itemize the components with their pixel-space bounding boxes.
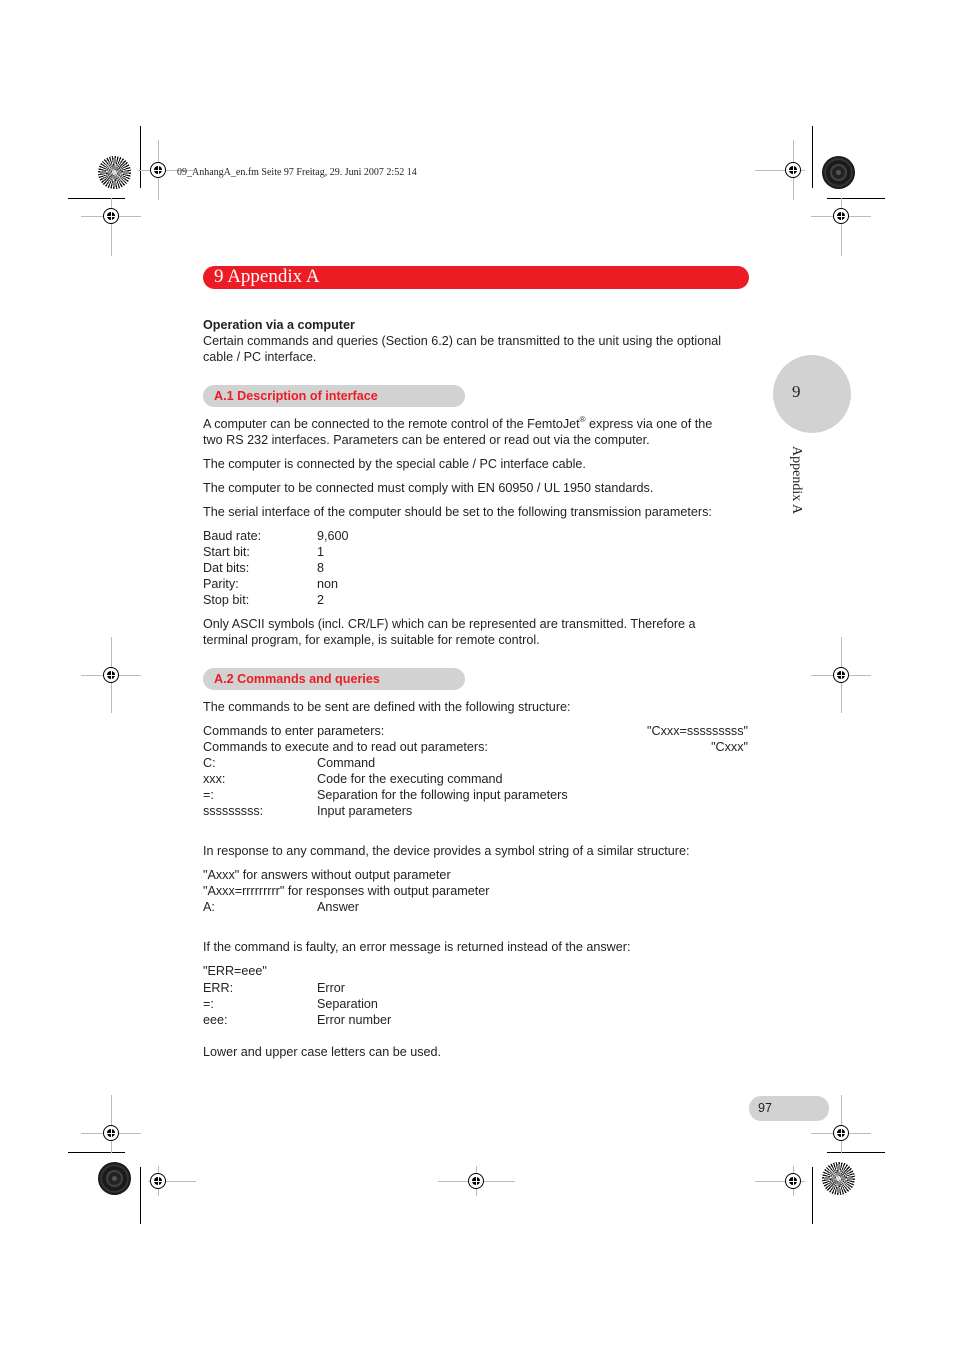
paragraph: The serial interface of the computer sho… — [203, 505, 712, 519]
param-key: Stop bit: — [203, 593, 250, 607]
param-value: 2 — [317, 593, 325, 607]
def-key: C: — [203, 756, 216, 770]
paragraph: If the command is faulty, an error messa… — [203, 940, 631, 954]
response-line: "Axxx" for answers without output parame… — [203, 868, 451, 882]
slug-line: 09_AnhangA_en.fm Seite 97 Freitag, 29. J… — [177, 167, 417, 178]
def-key: ERR: — [203, 981, 234, 995]
crop-mark — [68, 198, 125, 199]
intro-heading: Operation via a computer — [203, 318, 355, 332]
def-key: eee: — [203, 1013, 228, 1027]
paragraph: A computer can be connected to the remot… — [203, 416, 712, 432]
paragraph: The computer is connected by the special… — [203, 457, 586, 471]
def-key: xxx: — [203, 772, 226, 786]
crop-mark — [827, 198, 885, 199]
def-key: =: — [203, 788, 214, 802]
param-key: Parity: — [203, 577, 239, 591]
color-target-icon — [98, 1162, 131, 1195]
crop-mark — [812, 1167, 813, 1224]
intro-text: cable / PC interface. — [203, 350, 317, 364]
crop-mark — [827, 1152, 885, 1153]
chapter-tab-number: 9 — [792, 382, 801, 401]
paragraph: The computer to be connected must comply… — [203, 481, 654, 495]
structure-value: "Cxxx" — [711, 740, 748, 754]
paragraph: Lower and upper case letters can be used… — [203, 1045, 442, 1059]
crop-mark — [812, 126, 813, 188]
def-key: =: — [203, 997, 214, 1011]
def-value: Error — [317, 981, 345, 995]
paragraph: In response to any command, the device p… — [203, 844, 690, 858]
color-target-icon — [822, 1162, 855, 1195]
section-title: A.1 Description of interface — [214, 389, 378, 403]
crop-mark — [68, 1152, 125, 1153]
section-header-a1: A.1 Description of interface — [203, 385, 465, 407]
def-value: Error number — [317, 1013, 392, 1027]
def-value: Command — [317, 756, 376, 770]
paragraph: two RS 232 interfaces. Parameters can be… — [203, 433, 650, 447]
crop-mark — [140, 126, 141, 188]
page-number-badge: 97 — [749, 1096, 829, 1121]
crop-mark — [140, 1167, 141, 1224]
def-value: Separation for the following input param… — [317, 788, 568, 802]
param-value: 1 — [317, 545, 325, 559]
paragraph-text: A computer can be connected to the remot… — [203, 417, 580, 431]
chapter-header: 9 Appendix A — [203, 266, 749, 289]
param-value: non — [317, 577, 339, 591]
param-value: 8 — [317, 561, 325, 575]
structure-label: Commands to enter parameters: — [203, 724, 385, 738]
chapter-tab: 9 — [773, 355, 851, 433]
param-value: 9,600 — [317, 529, 349, 543]
chapter-title: 9 Appendix A — [214, 266, 320, 287]
def-value: Code for the executing command — [317, 772, 503, 786]
param-key: Dat bits: — [203, 561, 250, 575]
response-line: "Axxx=rrrrrrrrr" for responses with outp… — [203, 884, 490, 898]
page-number: 97 — [758, 1101, 773, 1115]
def-value: Answer — [317, 900, 359, 914]
def-value: Separation — [317, 997, 378, 1011]
paragraph-text: express via one of the — [585, 417, 713, 431]
color-target-icon — [98, 156, 131, 189]
color-target-icon — [822, 156, 855, 189]
structure-value: "Cxxx=sssssssss" — [647, 724, 748, 738]
error-format: "ERR=eee" — [203, 964, 267, 978]
structure-label: Commands to execute and to read out para… — [203, 740, 488, 754]
paragraph: The commands to be sent are defined with… — [203, 700, 571, 714]
paragraph: Only ASCII symbols (incl. CR/LF) which c… — [203, 617, 696, 631]
param-key: Start bit: — [203, 545, 250, 559]
def-value: Input parameters — [317, 804, 413, 818]
section-header-a2: A.2 Commands and queries — [203, 668, 465, 690]
chapter-tab-label: Appendix A — [789, 446, 804, 515]
param-key: Baud rate: — [203, 529, 262, 543]
paragraph: terminal program, for example, is suitab… — [203, 633, 540, 647]
intro-text: Certain commands and queries (Section 6.… — [203, 334, 722, 348]
section-title: A.2 Commands and queries — [214, 672, 380, 686]
def-key: A: — [203, 900, 215, 914]
def-key: sssssssss: — [203, 804, 264, 818]
